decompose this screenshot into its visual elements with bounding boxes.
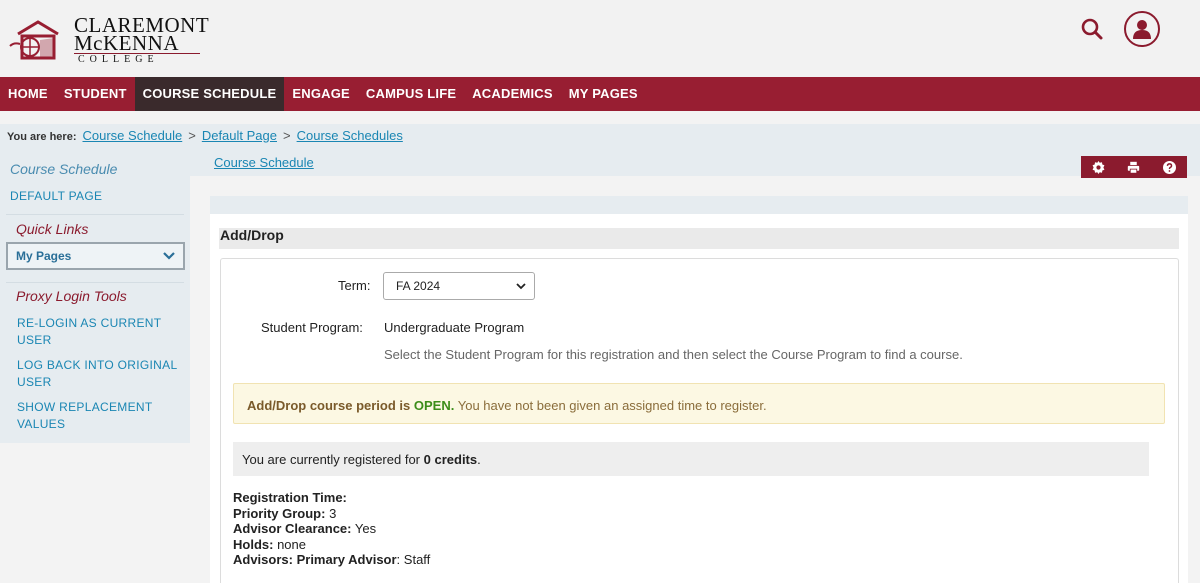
credits-value: 0 credits [423,452,478,467]
sidebar-title-course-schedule: Course Schedule [10,161,118,177]
student-program-help: Select the Student Program for this regi… [384,347,963,362]
nav-campus-life[interactable]: CAMPUS LIFE [358,77,464,111]
college-logo[interactable]: CLAREMONT McKENNA COLLEGE [8,15,209,68]
alert-status: OPEN. [413,398,455,413]
alert-message: You have not been given an assigned time… [457,398,767,413]
alert-lead: Add/Drop course period is [247,398,411,413]
nav-academics[interactable]: ACADEMICS [464,77,561,111]
breadcrumb-link-course-schedule[interactable]: Course Schedule [83,128,183,143]
breadcrumb-separator: > [283,128,291,143]
nav-home[interactable]: HOME [0,77,56,111]
holds-row: Holds: none [233,537,430,553]
advisor-clearance-row: Advisor Clearance: Yes [233,521,430,537]
chevron-down-icon [516,282,526,289]
page-toolbar [1081,156,1187,178]
nav-engage[interactable]: ENGAGE [284,77,358,111]
student-program-value: Undergraduate Program [384,320,525,335]
sidebar-title-proxy-login-tools: Proxy Login Tools [16,288,127,304]
breadcrumb-separator: > [188,128,196,143]
breadcrumb-link-default-page[interactable]: Default Page [202,128,277,143]
print-icon[interactable] [1123,156,1145,178]
nav-my-pages[interactable]: MY PAGES [561,77,646,111]
priority-group-row: Priority Group: 3 [233,506,430,522]
credits-prefix: You are currently registered for [242,452,421,467]
section-title-add-drop: Add/Drop [219,228,1179,249]
primary-advisor-value: Staff [403,552,431,567]
nav-student[interactable]: STUDENT [56,77,135,111]
gear-icon[interactable] [1088,156,1110,178]
term-select[interactable]: FA 2024 [383,272,535,300]
holds-value: none [277,536,306,552]
registration-time-row: Registration Time: [233,490,430,506]
crest-icon [9,20,59,60]
sidebar-divider [6,282,184,283]
credits-summary: You are currently registered for 0 credi… [233,442,1149,476]
advisor-clearance-value: Yes [354,521,377,536]
sidebar-divider [6,214,184,215]
sidebar-item-show-replacement[interactable]: SHOW REPLACEMENT VALUES [17,399,177,433]
site-header: CLAREMONT McKENNA COLLEGE [0,0,1200,77]
credits-suffix: . [477,452,481,467]
user-icon[interactable] [1124,11,1160,47]
add-drop-status-alert: Add/Drop course period is OPEN. You have… [233,383,1165,424]
sidebar-title-quick-links: Quick Links [16,221,89,237]
course-schedule-link[interactable]: Course Schedule [214,155,314,170]
priority-group-value: 3 [329,505,337,521]
holds-label: Holds: [233,536,274,552]
sidebar-item-default-page[interactable]: DEFAULT PAGE [10,189,102,203]
main-top-band [210,196,1188,214]
breadcrumb-label: You are here: [7,131,77,143]
chevron-down-icon [163,252,175,260]
nav-course-schedule[interactable]: COURSE SCHEDULE [134,77,285,111]
logo-line-2: McKENNA [74,31,179,55]
registration-time-label: Registration Time: [233,490,347,505]
registration-details: Registration Time: Priority Group: 3 Adv… [233,490,430,568]
sidebar: Course Schedule DEFAULT PAGE Quick Links… [0,150,190,443]
help-icon[interactable] [1158,156,1180,178]
logo-line-3: COLLEGE [78,54,159,65]
search-icon[interactable] [1078,15,1106,43]
main-nav: HOME STUDENT COURSE SCHEDULE ENGAGE CAMP… [0,77,1200,111]
term-selected-value: FA 2024 [396,279,441,293]
term-label: Term: [338,278,371,293]
primary-advisor-label: Primary Advisor [296,552,397,567]
breadcrumb-link-course-schedules[interactable]: Course Schedules [297,128,403,143]
advisors-row: Advisors: Primary Advisor: Staff [233,552,431,567]
sidebar-item-relogin[interactable]: RE-LOGIN AS CURRENT USER [17,315,177,349]
sidebar-item-log-back[interactable]: LOG BACK INTO ORIGINAL USER [17,357,177,391]
quick-links-selected: My Pages [16,249,72,263]
advisors-label: Advisors: [233,552,293,567]
breadcrumb: You are here: Course Schedule > Default … [7,128,403,143]
quick-links-select[interactable]: My Pages [6,242,185,270]
advisor-clearance-label: Advisor Clearance: [233,521,352,536]
priority-group-label: Priority Group: [233,505,326,521]
student-program-label: Student Program: [261,320,363,335]
